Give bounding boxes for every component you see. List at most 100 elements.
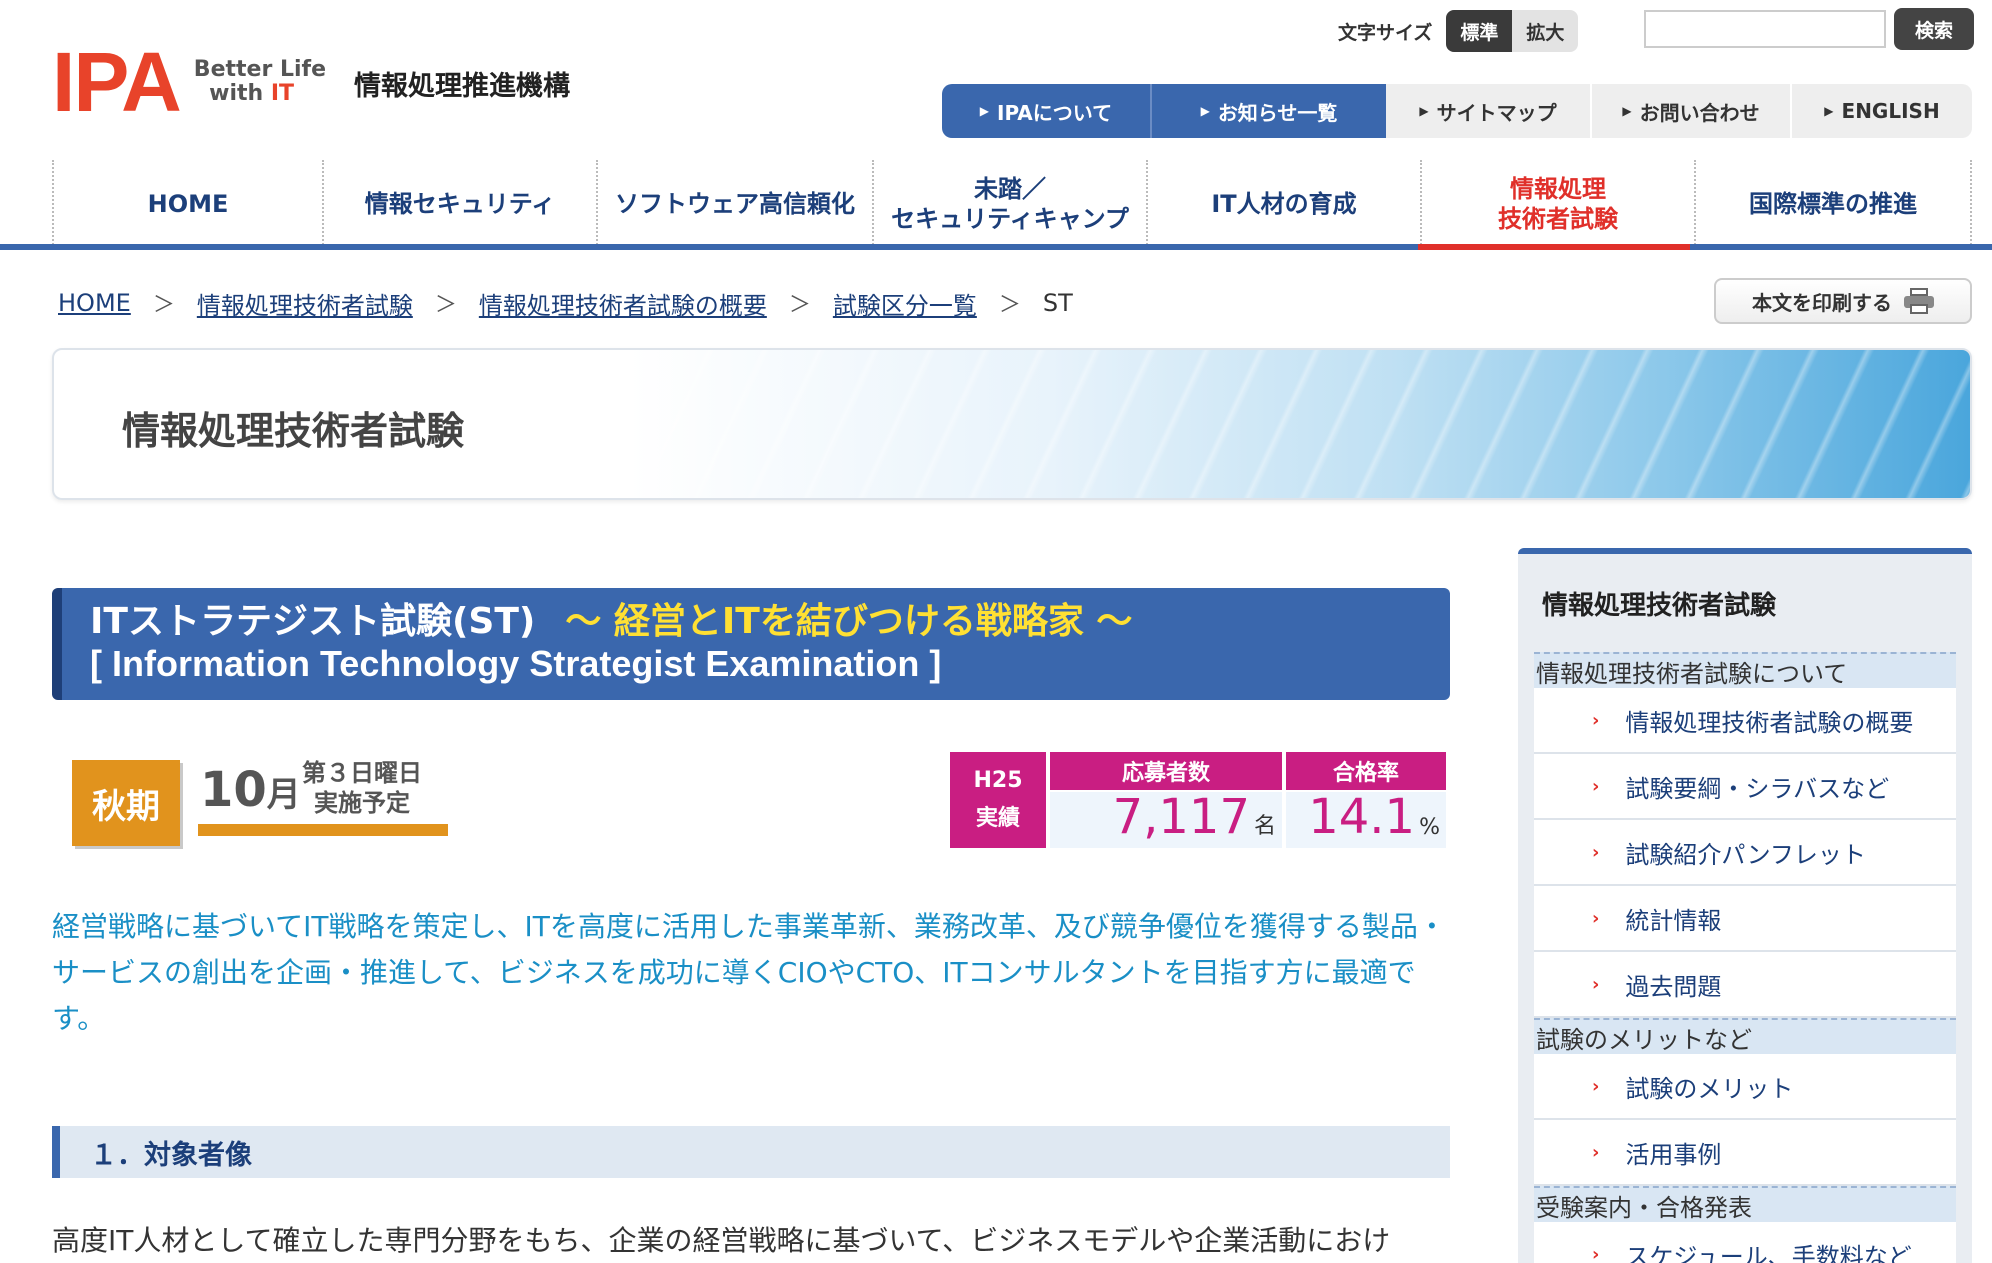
chevron-right-icon: ＞ <box>434 293 457 318</box>
chevron-right-icon: › <box>1592 775 1600 797</box>
gnav-label: ソフトウェア高信頼化 <box>615 190 855 218</box>
sidebar-link-label: 過去問題 <box>1625 972 1722 1001</box>
sidebar-link-label: スケジュール、手数料など <box>1625 1242 1912 1263</box>
sidebar-link-label: 試験要綱・シラバスなど <box>1625 774 1890 803</box>
chevron-right-icon: ＞ <box>152 293 175 318</box>
global-nav: HOME 情報セキュリティ ソフトウェア高信頼化 未踏／ セキュリティキャンプ … <box>52 160 1972 252</box>
sidebar-link-past-questions[interactable]: › 過去問題 <box>1534 952 1956 1018</box>
font-size-label: 文字サイズ <box>1338 21 1433 44</box>
util-nav-english[interactable]: ▶ ENGLISH <box>1792 84 1972 138</box>
gnav-label: 未踏／ セキュリティキャンプ <box>891 175 1129 233</box>
sidebar-link-label: 試験のメリット <box>1625 1074 1794 1103</box>
util-nav-label: お知らせ一覧 <box>1217 100 1338 125</box>
stats-year: H25 実績 <box>950 752 1046 848</box>
exam-month-unit: 月 <box>266 775 301 815</box>
sidebar-link-pamphlet[interactable]: › 試験紹介パンフレット <box>1534 820 1956 886</box>
gnav-it-talent[interactable]: IT人材の育成 <box>1146 160 1420 248</box>
exam-title-en: [ Information Technology Strategist Exam… <box>90 643 942 684</box>
chevron-right-icon: › <box>1592 1141 1600 1163</box>
sidebar-link-cases[interactable]: › 活用事例 <box>1534 1120 1956 1186</box>
gnav-security[interactable]: 情報セキュリティ <box>322 160 596 248</box>
chevron-right-icon: › <box>1592 907 1600 929</box>
hero-title: 情報処理技術者試験 <box>122 409 465 453</box>
gnav-label: 国際標準の推進 <box>1749 190 1917 218</box>
season-badge: 秋期 <box>72 760 180 846</box>
util-nav-label: ENGLISH <box>1841 99 1940 123</box>
util-nav-sitemap[interactable]: ▶ サイトマップ <box>1386 84 1592 138</box>
util-nav-label: お問い合わせ <box>1639 100 1760 125</box>
gnav-label: 情報セキュリティ <box>364 190 556 218</box>
arrow-right-icon: ▶ <box>1622 104 1632 118</box>
applicants-value: 7,117 <box>1112 789 1250 845</box>
stats-applicants: 応募者数 7,117 名 <box>1050 752 1282 848</box>
chevron-right-icon: ＞ <box>788 293 811 318</box>
sidebar-title: 情報処理技術者試験 <box>1542 590 1777 621</box>
org-name: 情報処理推進機構 <box>354 71 570 102</box>
section-body-target: 高度IT人材として確立した専門分野をもち、企業の経営戦略に基づいて、ビジネスモデ… <box>52 1224 1391 1257</box>
sidebar-link-label: 活用事例 <box>1625 1140 1722 1169</box>
print-button[interactable]: 本文を印刷する <box>1714 278 1972 324</box>
util-nav-news[interactable]: ▶ お知らせ一覧 <box>1152 84 1386 138</box>
search-button[interactable]: 検索 <box>1894 8 1974 50</box>
gnav-active-indicator <box>1418 244 1690 250</box>
sidebar: 情報処理技術者試験 情報処理技術者試験について › 情報処理技術者試験の概要 › 試… <box>1518 548 1972 1263</box>
gnav-mitou-camp[interactable]: 未踏／ セキュリティキャンプ <box>872 160 1146 248</box>
breadcrumb-exam[interactable]: 情報処理技術者試験 <box>197 286 413 321</box>
exam-title: ITストラテジスト試験(ST) <box>90 601 536 642</box>
stats-year-label: H25 <box>973 768 1023 793</box>
font-size-large-button[interactable]: 拡大 <box>1512 10 1579 52</box>
month-underline <box>198 824 448 836</box>
sidebar-link-label: 試験紹介パンフレット <box>1625 840 1866 869</box>
util-nav-contact[interactable]: ▶ お問い合わせ <box>1592 84 1792 138</box>
schedule-line2: 実施予定 <box>314 789 410 817</box>
sidebar-link-label: 情報処理技術者試験の概要 <box>1625 708 1914 737</box>
gnav-software[interactable]: ソフトウェア高信頼化 <box>596 160 872 248</box>
arrow-right-icon: ▶ <box>1419 104 1429 118</box>
exam-title-box: ITストラテジスト試験(ST) ～ 経営とITを結びつける戦略家 ～ [ Info… <box>52 588 1450 700</box>
gnav-label: IT人材の育成 <box>1211 190 1357 218</box>
sidebar-link-overview[interactable]: › 情報処理技術者試験の概要 <box>1534 688 1956 754</box>
sidebar-link-label: 統計情報 <box>1625 906 1722 935</box>
logo-tagline-line1: Better Life <box>193 57 327 82</box>
chevron-right-icon: › <box>1592 973 1600 995</box>
util-nav-label: サイトマップ <box>1436 100 1557 125</box>
logo-tagline-with: with <box>209 81 264 106</box>
stats-year-sub: 実績 <box>975 806 1020 831</box>
chevron-right-icon: › <box>1592 1075 1600 1097</box>
gnav-exam[interactable]: 情報処理 技術者試験 <box>1420 160 1694 248</box>
sidebar-category-guide: 受験案内・合格発表 <box>1534 1186 1956 1222</box>
printer-icon <box>1904 288 1934 314</box>
hero-banner: 情報処理技術者試験 <box>52 348 1972 500</box>
sidebar-category-merits: 試験のメリットなど <box>1534 1018 1956 1054</box>
gnav-underline <box>0 244 1992 250</box>
logo-tagline: Better Life with IT <box>194 58 326 106</box>
sidebar-link-schedule[interactable]: › スケジュール、手数料など <box>1534 1222 1956 1263</box>
breadcrumb-exam-list[interactable]: 試験区分一覧 <box>833 286 977 321</box>
exam-schedule: 第３日曜日 実施予定 <box>302 758 422 818</box>
schedule-line1: 第３日曜日 <box>302 759 422 787</box>
sidebar-link-syllabus[interactable]: › 試験要綱・シラバスなど <box>1534 754 1956 820</box>
ipa-logo[interactable]: IPA Better Life with IT <box>52 40 326 124</box>
exam-month-number: 10 <box>200 762 267 818</box>
gnav-home[interactable]: HOME <box>52 160 322 248</box>
util-nav-label: IPAについて <box>997 100 1113 125</box>
applicants-unit: 名 <box>1253 814 1276 839</box>
breadcrumb-exam-overview[interactable]: 情報処理技術者試験の概要 <box>479 286 767 321</box>
chevron-right-icon: › <box>1592 1243 1600 1263</box>
search-input[interactable] <box>1644 10 1886 48</box>
pass-rate-value-cell: 14.1 % <box>1286 790 1446 848</box>
chevron-right-icon: ＞ <box>998 293 1021 318</box>
util-nav-about[interactable]: ▶ IPAについて <box>942 84 1152 138</box>
font-size-standard-button[interactable]: 標準 <box>1446 10 1513 52</box>
logo-ipa-text: IPA <box>52 35 182 129</box>
arrow-right-icon: ▶ <box>979 104 990 118</box>
sidebar-category-about: 情報処理技術者試験について <box>1534 652 1956 688</box>
pass-rate-label: 合格率 <box>1286 752 1446 790</box>
arrow-right-icon: ▶ <box>1200 104 1210 118</box>
breadcrumb-home[interactable]: HOME <box>58 289 131 317</box>
gnav-standards[interactable]: 国際標準の推進 <box>1694 160 1972 248</box>
sidebar-link-statistics[interactable]: › 統計情報 <box>1534 886 1956 952</box>
section-heading-target: １．対象者像 <box>52 1126 1450 1178</box>
sidebar-link-merits[interactable]: › 試験のメリット <box>1534 1054 1956 1120</box>
print-button-label: 本文を印刷する <box>1752 290 1892 315</box>
